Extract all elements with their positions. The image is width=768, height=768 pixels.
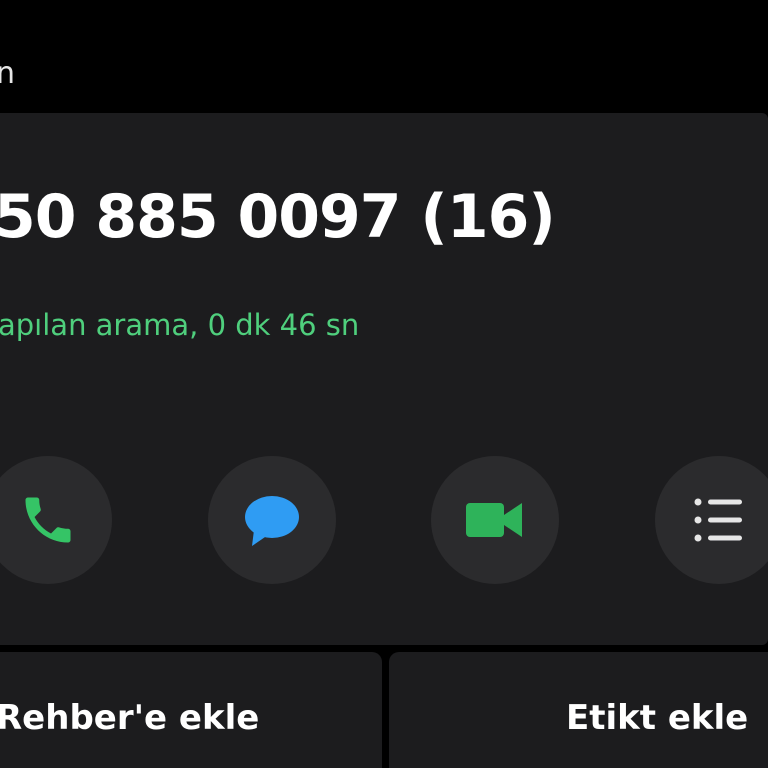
video-call-button[interactable] [431, 456, 559, 584]
top-bar-title: n [0, 56, 16, 91]
add-tag-label: Etikt ekle [566, 698, 749, 738]
video-icon [464, 497, 526, 543]
add-to-contacts-button[interactable]: Rehber'e ekle [0, 652, 382, 768]
call-detail-screen: n 50 885 0097 (16) apılan arama, 0 dk 46… [0, 0, 768, 768]
message-icon [242, 490, 302, 550]
phone-icon [18, 490, 78, 550]
call-type-duration: apılan arama, 0 dk 46 sn [0, 308, 360, 342]
list-icon [693, 496, 745, 544]
top-bar: n [0, 0, 768, 113]
phone-number: 50 885 0097 (16) [0, 182, 556, 252]
message-button[interactable] [208, 456, 336, 584]
add-to-contacts-label: Rehber'e ekle [0, 698, 260, 738]
add-tag-button[interactable]: Etikt ekle [389, 652, 768, 768]
